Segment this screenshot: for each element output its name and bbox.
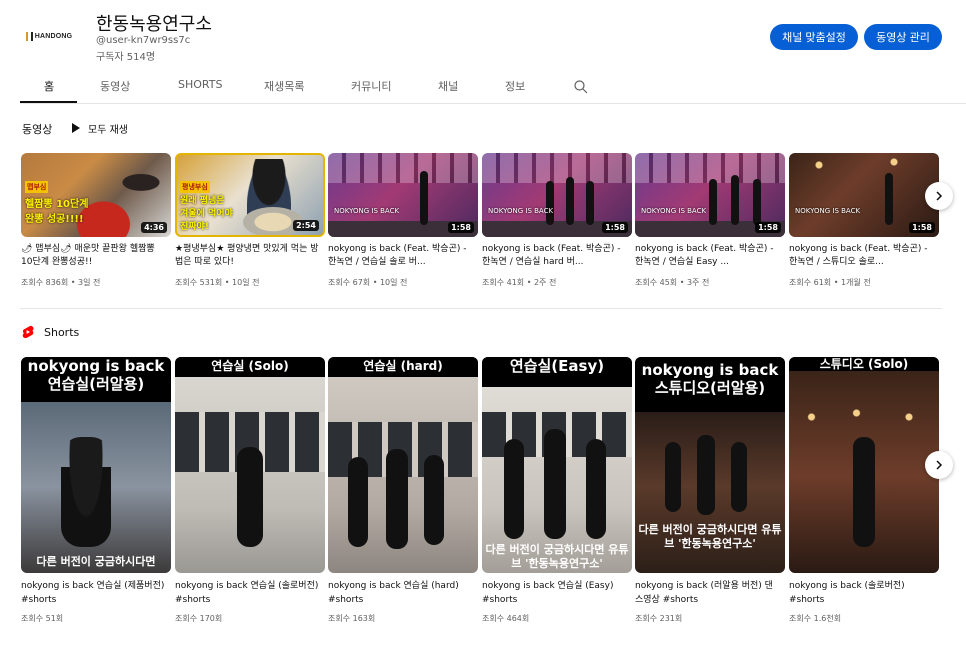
tab-home[interactable]: 홈 (44, 78, 54, 94)
video-title[interactable]: 🌶 맵부심🌶 매운맛 끝판왕 헬짬뽕 10단계 완뽕성공!! (21, 243, 166, 269)
video-title[interactable]: nokyong is back (Feat. 박승곤) - 한녹연 / 연습실 … (635, 243, 780, 269)
short-thumbnail[interactable]: nokyong is back 연습실(러알용) 다른 버전이 궁금하시다면 (21, 357, 171, 573)
video-duration: 2:54 (293, 220, 319, 231)
shorts-next-button[interactable] (925, 451, 953, 479)
video-meta: 조회수 67회 • 10일 전 (328, 278, 408, 287)
short-views: 조회수 1.6천회 (789, 614, 842, 623)
thumbnail-text: NOKYONG IS BACK (488, 207, 554, 215)
video-meta: 조회수 836회 • 3일 전 (21, 278, 101, 287)
thumbnail-text: 진짜야! (180, 222, 209, 232)
short-views: 조회수 163회 (328, 614, 376, 623)
tab-playlists[interactable]: 재생목록 (264, 78, 304, 94)
short-caption-top: 연습실 (Solo) (175, 357, 325, 375)
play-all-label: 모두 재생 (88, 124, 128, 136)
video-meta: 조회수 61회 • 1개월 전 (789, 278, 871, 287)
video-duration: 1:58 (909, 222, 935, 233)
video-title[interactable]: ★평냉부심★ 평양냉면 맛있게 먹는 방법은 따로 있다! (175, 243, 320, 269)
video-duration: 1:58 (602, 222, 628, 233)
videos-section-title[interactable]: 동영상 (22, 121, 52, 137)
video-duration: 4:36 (141, 222, 167, 233)
short-thumbnail[interactable]: 스튜디오 (Solo) (789, 357, 939, 573)
play-icon (72, 123, 80, 133)
short-caption-bottom: 다른 버전이 궁금하시다면 유튜브 '한동녹용연구소' (638, 523, 782, 550)
customize-channel-button[interactable]: 채널 맞춤설정 (770, 24, 858, 50)
video-meta: 조회수 41회 • 2주 전 (482, 278, 557, 287)
thumbnail-text: 겨울에 먹어야 (180, 209, 233, 219)
channel-name: 한동녹용연구소 (96, 14, 212, 35)
thumbnail-badge: 맵부심 (25, 181, 49, 193)
short-title[interactable]: nokyong is back 연습실 (솔로버전) #shorts (175, 579, 320, 607)
video-duration: 1:58 (755, 222, 781, 233)
short-title[interactable]: nokyong is back 연습실 (Easy) #shorts (482, 579, 627, 607)
videos-next-button[interactable] (925, 182, 953, 210)
tabs-divider (20, 103, 966, 104)
video-meta: 조회수 531회 • 10일 전 (175, 278, 260, 287)
short-caption-bottom: 다른 버전이 궁금하시다면 (36, 555, 156, 568)
short-caption-top: 스튜디오 (Solo) (789, 357, 939, 371)
short-views: 조회수 51회 (21, 614, 64, 623)
short-caption-bottom: 다른 버전이 궁금하시다면 유튜브 '한동녹용연구소' (485, 543, 629, 570)
video-thumbnail[interactable]: NOKYONG IS BACK 1:58 (635, 153, 785, 237)
short-thumbnail[interactable]: 연습실 (Solo) (175, 357, 325, 573)
play-all-button[interactable]: 모두 재생 (72, 121, 128, 136)
video-thumbnail[interactable]: NOKYONG IS BACK 1:58 (482, 153, 632, 237)
video-meta: 조회수 45회 • 3주 전 (635, 278, 710, 287)
channel-header: HANDONG 한동녹용연구소 @user-kn7wr9ss7c 구독자 514… (0, 0, 966, 66)
thumbnail-text: NOKYONG IS BACK (795, 207, 861, 215)
thumbnail-text: NOKYONG IS BACK (641, 207, 707, 215)
short-title[interactable]: nokyong is back 연습실 (hard) #shorts (328, 579, 473, 607)
channel-logo-text: HANDONG (34, 32, 73, 40)
channel-tabs: 홈 동영상 SHORTS 재생목록 커뮤니티 채널 정보 (20, 70, 946, 104)
video-thumbnail[interactable]: NOKYONG IS BACK 1:58 (789, 153, 939, 237)
thumbnail-text: 완뽕 성공!!!! (25, 214, 84, 225)
chevron-right-icon (936, 191, 943, 201)
channel-handle: @user-kn7wr9ss7c (96, 35, 191, 46)
shorts-section-title[interactable]: Shorts (44, 326, 79, 339)
short-title[interactable]: nokyong is back 연습실 (제품버전) #shorts (21, 579, 166, 607)
tab-community[interactable]: 커뮤니티 (351, 78, 391, 94)
video-thumbnail[interactable]: NOKYONG IS BACK 1:58 (328, 153, 478, 237)
short-thumbnail[interactable]: 연습실 (hard) (328, 357, 478, 573)
video-thumbnail[interactable]: 평냉부심 원래 평냉은 겨울에 먹어야 진짜야! 2:54 (175, 153, 325, 237)
short-title[interactable]: nokyong is back (솔로버전) #shorts (789, 579, 934, 607)
manage-videos-button[interactable]: 동영상 관리 (864, 24, 942, 50)
short-caption-top: 연습실 (hard) (328, 357, 478, 375)
short-caption-top: nokyong is back 스튜디오(러알용) (635, 357, 785, 412)
section-divider (20, 308, 942, 309)
subscriber-count: 구독자 514명 (96, 52, 156, 63)
chevron-right-icon (936, 460, 943, 470)
channel-logo[interactable]: HANDONG (22, 22, 76, 50)
logo-mark-icon (25, 31, 33, 41)
video-thumbnail[interactable]: 맵부심 헬짬뽕 10단계 완뽕 성공!!!! 4:36 (21, 153, 171, 237)
thumbnail-text: 헬짬뽕 10단계 (25, 199, 89, 210)
video-title[interactable]: nokyong is back (Feat. 박승곤) - 한녹연 / 연습실 … (482, 243, 627, 269)
video-duration: 1:58 (448, 222, 474, 233)
video-title[interactable]: nokyong is back (Feat. 박승곤) - 한녹연 / 연습실 … (328, 243, 473, 269)
tab-channels[interactable]: 채널 (438, 78, 458, 94)
short-title[interactable]: nokyong is back (러알용 버전) 댄스영상 #shorts (635, 579, 780, 607)
short-thumbnail[interactable]: nokyong is back 스튜디오(러알용) 다른 버전이 궁금하시다면 … (635, 357, 785, 573)
thumbnail-text: 원래 평냉은 (180, 196, 225, 206)
tab-about[interactable]: 정보 (505, 78, 525, 94)
video-title[interactable]: nokyong is back (Feat. 박승곤) - 한녹연 / 스튜디오… (789, 243, 934, 269)
tab-videos[interactable]: 동영상 (100, 78, 130, 94)
short-caption-top: nokyong is back 연습실(러알용) (21, 357, 171, 393)
short-caption-top: 연습실(Easy) (482, 357, 632, 375)
search-icon[interactable] (574, 80, 588, 94)
tab-shorts[interactable]: SHORTS (178, 78, 222, 91)
short-views: 조회수 464회 (482, 614, 530, 623)
short-views: 조회수 170회 (175, 614, 223, 623)
short-thumbnail[interactable]: 연습실(Easy) 다른 버전이 궁금하시다면 유튜브 '한동녹용연구소' (482, 357, 632, 573)
shorts-icon (22, 325, 34, 339)
thumbnail-text: NOKYONG IS BACK (334, 207, 400, 215)
short-views: 조회수 231회 (635, 614, 683, 623)
thumbnail-badge: 평냉부심 (180, 181, 210, 193)
